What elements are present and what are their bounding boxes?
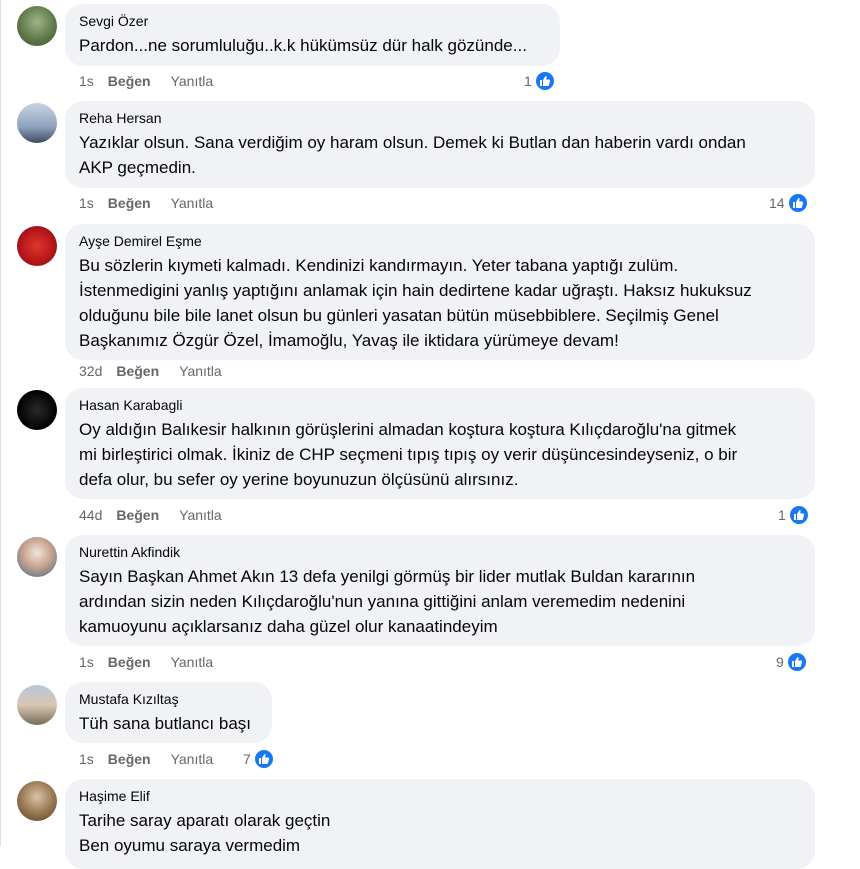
thumbs-up-icon	[252, 748, 275, 770]
thumbs-up-icon	[533, 70, 556, 92]
comment-bubble: Reha Hersan Yazıklar olsun. Sana verdiği…	[65, 101, 815, 188]
thumbs-up-icon	[787, 504, 810, 526]
comment-author[interactable]: Nurettin Akfindik	[79, 544, 801, 561]
reply-button[interactable]: Yanıtla	[171, 193, 214, 213]
avatar[interactable]	[17, 226, 57, 266]
reply-button[interactable]: Yanıtla	[171, 652, 214, 672]
comment-text: Pardon...ne sorumluluğu..k.k hükümsüz dü…	[79, 36, 527, 55]
reaction-count-value: 1	[778, 507, 786, 523]
reaction-count-value: 7	[243, 751, 251, 767]
comment-author[interactable]: Hasan Karabagli	[79, 397, 801, 414]
avatar[interactable]	[17, 6, 57, 46]
reaction-count-value: 9	[776, 654, 784, 670]
comment-actions: 32d Beğen Yanıtla	[79, 361, 222, 381]
reply-button[interactable]: Yanıtla	[171, 71, 214, 91]
reaction-count-value: 14	[769, 195, 785, 211]
reaction-count[interactable]: 1	[524, 70, 556, 92]
comment-author[interactable]: Mustafa Kızıltaş	[79, 691, 258, 708]
comment-author[interactable]: Haşime Elif	[79, 788, 801, 805]
like-button[interactable]: Beğen	[116, 361, 159, 381]
comment-actions: 1s Beğen Yanıtla	[79, 193, 213, 213]
comment-bubble: Hasan Karabagli Oy aldığın Balıkesir hal…	[65, 388, 815, 499]
thumbs-up-icon	[785, 651, 808, 673]
comment-actions: 44d Beğen Yanıtla	[79, 505, 222, 525]
avatar[interactable]	[17, 537, 57, 577]
comment-actions: 1s Beğen Yanıtla	[79, 71, 213, 91]
reaction-count[interactable]: 7	[243, 748, 275, 770]
comment-bubble: Nurettin Akfindik Sayın Başkan Ahmet Akı…	[65, 535, 815, 646]
comment-time[interactable]: 32d	[79, 361, 102, 381]
comment-bubble: Ayşe Demirel Eşme Bu sözlerin kıymeti ka…	[65, 224, 815, 360]
reaction-count-value: 1	[524, 73, 532, 89]
comment-text: Bu sözlerin kıymeti kalmadı. Kendinizi k…	[79, 256, 752, 350]
thumbs-up-icon	[786, 192, 809, 214]
comment-text: Yazıklar olsun. Sana verdiğim oy haram o…	[79, 133, 746, 177]
avatar[interactable]	[17, 390, 57, 430]
comment-actions: 1s Beğen Yanıtla	[79, 652, 213, 672]
comment-time[interactable]: 44d	[79, 505, 102, 525]
like-button[interactable]: Beğen	[108, 749, 151, 769]
left-border	[0, 0, 1, 846]
comment-time[interactable]: 1s	[79, 749, 94, 769]
avatar[interactable]	[17, 685, 57, 725]
avatar[interactable]	[17, 103, 57, 143]
comment-author[interactable]: Reha Hersan	[79, 110, 801, 127]
reaction-count[interactable]: 14	[769, 192, 809, 214]
comment-author[interactable]: Sevgi Özer	[79, 13, 546, 30]
comment-text: Oy aldığın Balıkesir halkının görüşlerin…	[79, 420, 738, 489]
comment-text: Tarihe saray aparatı olarak geçtin Ben o…	[79, 811, 331, 855]
reaction-count[interactable]: 9	[776, 651, 808, 673]
comment-author[interactable]: Ayşe Demirel Eşme	[79, 233, 801, 250]
comment-actions: 1s Beğen Yanıtla	[79, 749, 213, 769]
like-button[interactable]: Beğen	[108, 193, 151, 213]
comment-bubble: Sevgi Özer Pardon...ne sorumluluğu..k.k …	[65, 4, 560, 66]
like-button[interactable]: Beğen	[116, 505, 159, 525]
comment-bubble: Mustafa Kızıltaş Tüh sana butlancı başı	[65, 682, 272, 743]
avatar[interactable]	[17, 781, 57, 821]
like-button[interactable]: Beğen	[108, 652, 151, 672]
comment-bubble: Haşime Elif Tarihe saray aparatı olarak …	[65, 779, 815, 869]
comment-text: Tüh sana butlancı başı	[79, 714, 252, 733]
comment-text: Sayın Başkan Ahmet Akın 13 defa yenilgi …	[79, 567, 696, 636]
reply-button[interactable]: Yanıtla	[179, 361, 222, 381]
comment-time[interactable]: 1s	[79, 652, 94, 672]
reaction-count[interactable]: 1	[778, 504, 810, 526]
comment-time[interactable]: 1s	[79, 193, 94, 213]
reply-button[interactable]: Yanıtla	[179, 505, 222, 525]
reply-button[interactable]: Yanıtla	[171, 749, 214, 769]
like-button[interactable]: Beğen	[108, 71, 151, 91]
comment-time[interactable]: 1s	[79, 71, 94, 91]
